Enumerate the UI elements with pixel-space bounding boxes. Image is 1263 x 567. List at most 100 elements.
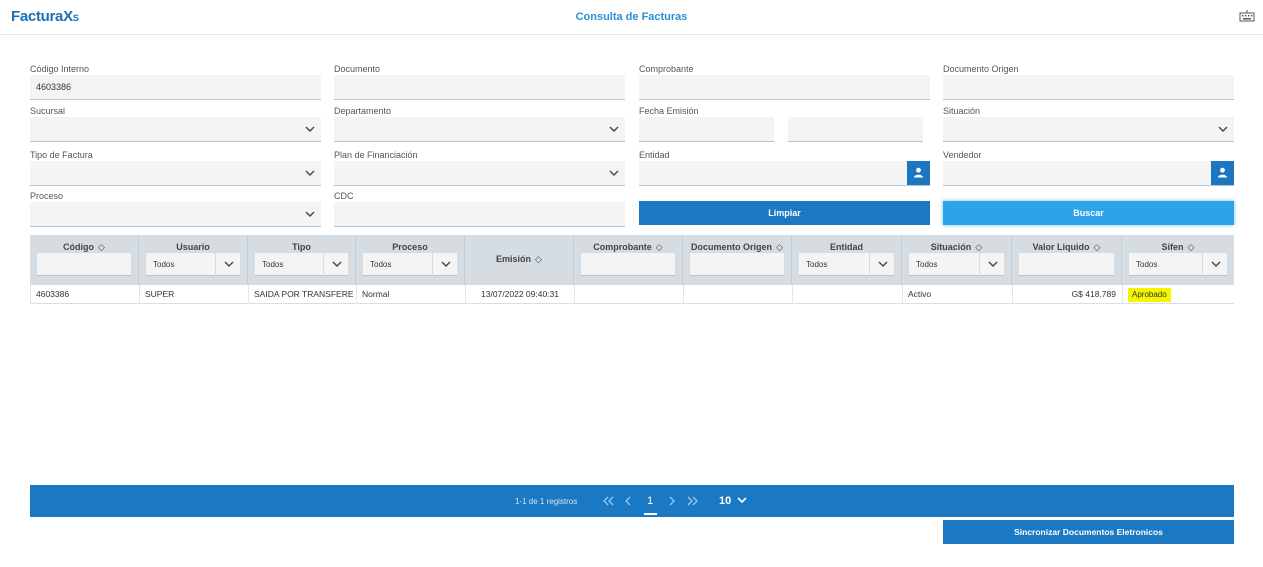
chevron-down-icon — [609, 126, 619, 132]
vendedor-input[interactable] — [943, 161, 1234, 186]
valor-liquido-filter-input[interactable] — [1019, 253, 1114, 276]
codigo-filter-input[interactable] — [37, 253, 131, 276]
entidad-lookup-button[interactable] — [907, 161, 930, 185]
column-header-label[interactable]: Emisión ◇ — [465, 254, 573, 265]
situacion-label: Situación — [943, 106, 981, 116]
proceso-select[interactable] — [30, 202, 321, 227]
column-entidad: Entidad Todos — [792, 235, 902, 285]
column-valor-liquido[interactable]: Valor Liquido ◇ — [1012, 235, 1122, 285]
comprobante-label: Comprobante — [639, 64, 694, 74]
sort-icon: ◇ — [975, 242, 983, 252]
column-header-label[interactable]: Situación ◇ — [902, 242, 1011, 253]
documento-input[interactable] — [334, 75, 625, 100]
plan-financiacion-select[interactable] — [334, 161, 625, 186]
tipo-factura-field: Tipo de Factura — [30, 149, 321, 186]
cell-valor-liquido: G$ 418.789 — [1013, 285, 1123, 304]
tipo-filter-select[interactable]: Todos — [255, 253, 348, 276]
cell-situacion: Activo — [903, 285, 1013, 304]
cdc-field: CDC — [334, 190, 625, 227]
sort-icon: ◇ — [776, 242, 783, 252]
column-documento-origen[interactable]: Documento Origen ◇ — [683, 235, 792, 285]
chevron-down-icon — [878, 261, 888, 267]
buscar-button[interactable]: Buscar — [943, 201, 1234, 225]
fecha-emision-to-input[interactable] — [788, 117, 923, 142]
fecha-emision-from-input[interactable] — [639, 117, 774, 142]
entidad-label: Entidad — [639, 150, 670, 160]
sucursal-select[interactable] — [30, 117, 321, 142]
proceso-label: Proceso — [30, 191, 64, 201]
keyboard-icon[interactable] — [1239, 10, 1255, 22]
chevron-down-icon — [441, 261, 451, 267]
sort-icon: ◇ — [1093, 242, 1101, 252]
departamento-select[interactable] — [334, 117, 625, 142]
cell-proceso: Normal — [357, 285, 466, 304]
column-header-label[interactable]: Sifen ◇ — [1122, 242, 1234, 253]
documento-label: Documento — [334, 64, 381, 74]
comprobante-filter-input[interactable] — [581, 253, 675, 276]
sync-documents-button[interactable]: Sincronizar Documentos Eletronicos — [943, 520, 1234, 544]
prev-page-icon[interactable] — [624, 496, 632, 506]
rows-per-page-value: 10 — [719, 495, 732, 507]
plan-financiacion-label: Plan de Financiación — [334, 150, 418, 160]
documento-origen-filter-input[interactable] — [690, 253, 784, 276]
vendedor-field: Vendedor — [943, 149, 1234, 186]
vendedor-lookup-button[interactable] — [1211, 161, 1234, 185]
plan-financiacion-field: Plan de Financiación — [334, 149, 625, 186]
sort-icon: ◇ — [1187, 242, 1195, 252]
cell-tipo: SAIDA POR TRANSFERE — [249, 285, 357, 304]
entidad-input[interactable] — [639, 161, 930, 186]
column-situacion[interactable]: Situación ◇ Todos — [902, 235, 1012, 285]
column-header-label[interactable]: Código ◇ — [30, 242, 138, 253]
situacion-select[interactable] — [943, 117, 1234, 142]
documento-origen-input[interactable] — [943, 75, 1234, 100]
column-emision[interactable]: Emisión ◇ — [465, 235, 574, 285]
chevron-down-icon — [737, 497, 747, 504]
rows-per-page-select[interactable]: 10 — [719, 495, 747, 507]
codigo-interno-field: Código Interno 4603386 — [30, 63, 321, 100]
page-title: Consulta de Facturas — [575, 11, 688, 23]
cdc-input[interactable] — [334, 202, 625, 227]
column-sifen[interactable]: Sifen ◇ Todos — [1122, 235, 1234, 285]
status-badge: Aprobado — [1128, 288, 1171, 302]
cell-documento-origen — [684, 285, 793, 304]
tipo-factura-select[interactable] — [30, 161, 321, 186]
last-page-icon[interactable] — [686, 496, 698, 506]
sort-icon: ◇ — [655, 242, 663, 252]
column-comprobante[interactable]: Comprobante ◇ — [574, 235, 683, 285]
comprobante-field: Comprobante — [639, 63, 930, 100]
column-codigo[interactable]: Código ◇ — [30, 235, 139, 285]
sucursal-field: Sucursal — [30, 105, 321, 142]
table-row[interactable]: 4603386 SUPER SAIDA POR TRANSFERE Normal… — [30, 285, 1234, 304]
page-number-current[interactable]: 1 — [647, 495, 653, 507]
next-page-icon[interactable] — [668, 496, 676, 506]
column-proceso: Proceso Todos — [356, 235, 465, 285]
comprobante-input[interactable] — [639, 75, 930, 100]
cell-emision: 13/07/2022 09:40:31 — [466, 285, 575, 304]
usuario-filter-select[interactable]: Todos — [146, 253, 240, 276]
chevron-down-icon — [305, 170, 315, 176]
sifen-filter-select[interactable]: Todos — [1129, 253, 1227, 276]
codigo-interno-label: Código Interno — [30, 64, 90, 74]
column-header-label[interactable]: Comprobante ◇ — [574, 242, 682, 253]
entidad-filter-select[interactable]: Todos — [799, 253, 894, 276]
limpiar-button[interactable]: Limpiar — [639, 201, 930, 225]
first-page-icon[interactable] — [603, 496, 615, 506]
user-icon — [914, 167, 923, 178]
chevron-down-icon — [988, 261, 998, 267]
situacion-filter-select[interactable]: Todos — [909, 253, 1004, 276]
documento-field: Documento — [334, 63, 625, 100]
cell-entidad — [793, 285, 903, 304]
column-header-label: Proceso — [392, 242, 428, 252]
documento-origen-field: Documento Origen — [943, 63, 1234, 100]
chevron-down-icon — [609, 170, 619, 176]
column-header-label: Entidad — [830, 242, 863, 252]
chevron-down-icon — [1218, 126, 1228, 132]
cell-codigo: 4603386 — [31, 285, 140, 304]
column-header-label[interactable]: Documento Origen ◇ — [683, 242, 791, 253]
column-usuario: Usuario Todos — [139, 235, 248, 285]
column-header-label[interactable]: Valor Liquido ◇ — [1012, 242, 1121, 253]
documento-origen-label: Documento Origen — [943, 64, 1019, 74]
table-header: Código ◇ Usuario Todos Tipo Todos Proceso… — [30, 235, 1234, 285]
codigo-interno-input[interactable]: 4603386 — [30, 75, 321, 100]
proceso-filter-select[interactable]: Todos — [363, 253, 457, 276]
